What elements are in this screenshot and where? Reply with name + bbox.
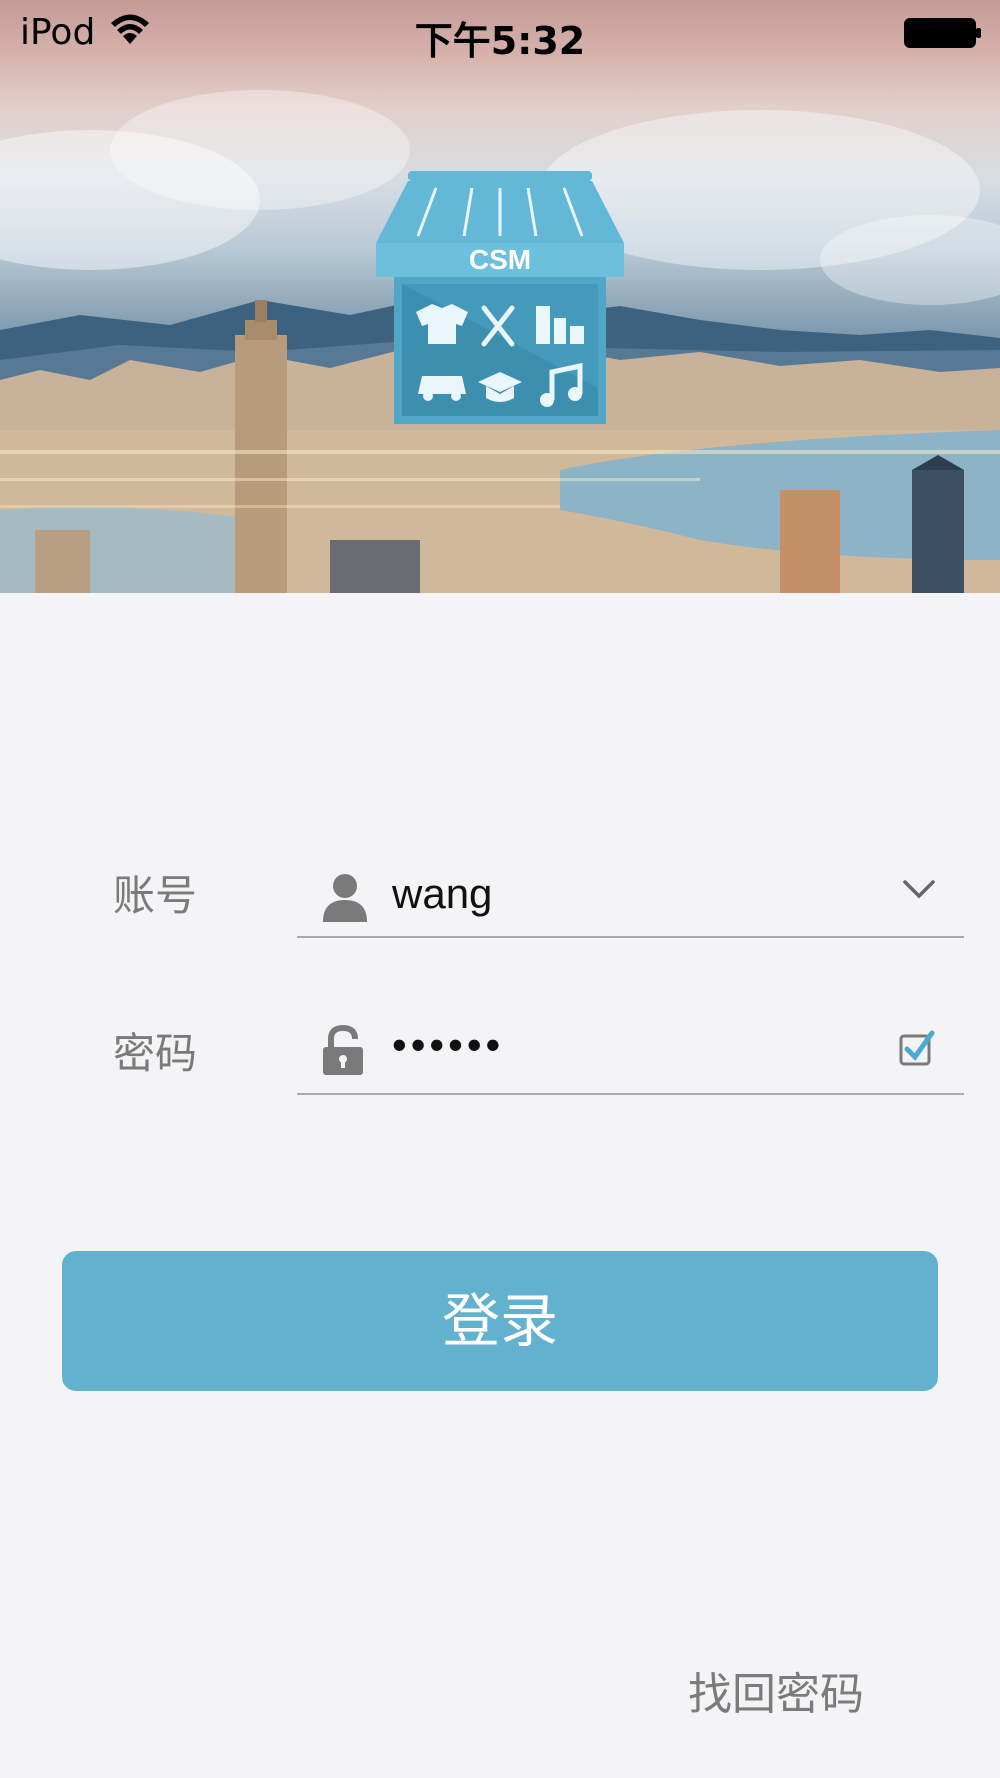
account-input[interactable]: wang <box>392 870 492 918</box>
forgot-password-link[interactable]: 找回密码 <box>688 1658 864 1722</box>
password-field[interactable]: •••••• <box>297 1015 964 1095</box>
csm-logo: CSM <box>376 171 624 424</box>
chevron-down-icon[interactable] <box>902 878 936 900</box>
account-field[interactable]: wang <box>297 858 964 938</box>
user-icon <box>323 874 367 922</box>
password-input[interactable]: •••••• <box>392 1021 504 1069</box>
password-label: 密码 <box>113 1029 198 1078</box>
status-bar: iPod 下午5:32 <box>0 0 1000 64</box>
login-button[interactable]: 登录 <box>62 1251 938 1391</box>
status-time: 下午5:32 <box>414 19 586 63</box>
checkbox-icon[interactable] <box>898 1029 936 1067</box>
logo-text: CSM <box>469 244 531 275</box>
unlock-icon <box>323 1025 363 1075</box>
account-label: 账号 <box>113 871 198 920</box>
hero-banner: iPod 下午5:32 CSM <box>0 0 1000 593</box>
battery-icon <box>904 18 981 48</box>
